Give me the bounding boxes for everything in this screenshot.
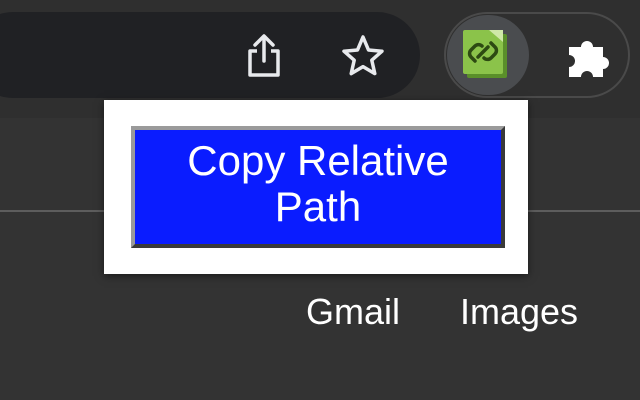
star-icon [342,35,384,76]
copy-relative-path-button[interactable]: Copy Relative Path [131,126,505,248]
browser-window: Copy Relative Path Gmail Images [0,0,640,400]
link-clipboard-icon [463,30,507,78]
images-link[interactable]: Images [460,290,578,334]
share-icon [248,34,280,77]
gmail-link[interactable]: Gmail [306,290,400,334]
extension-popup: Copy Relative Path [104,100,528,274]
extensions-menu-button[interactable] [560,30,616,82]
bookmark-button[interactable] [337,30,389,82]
puzzle-icon [569,41,609,77]
copy-path-extension-button[interactable] [447,15,529,95]
share-button[interactable] [240,30,288,82]
